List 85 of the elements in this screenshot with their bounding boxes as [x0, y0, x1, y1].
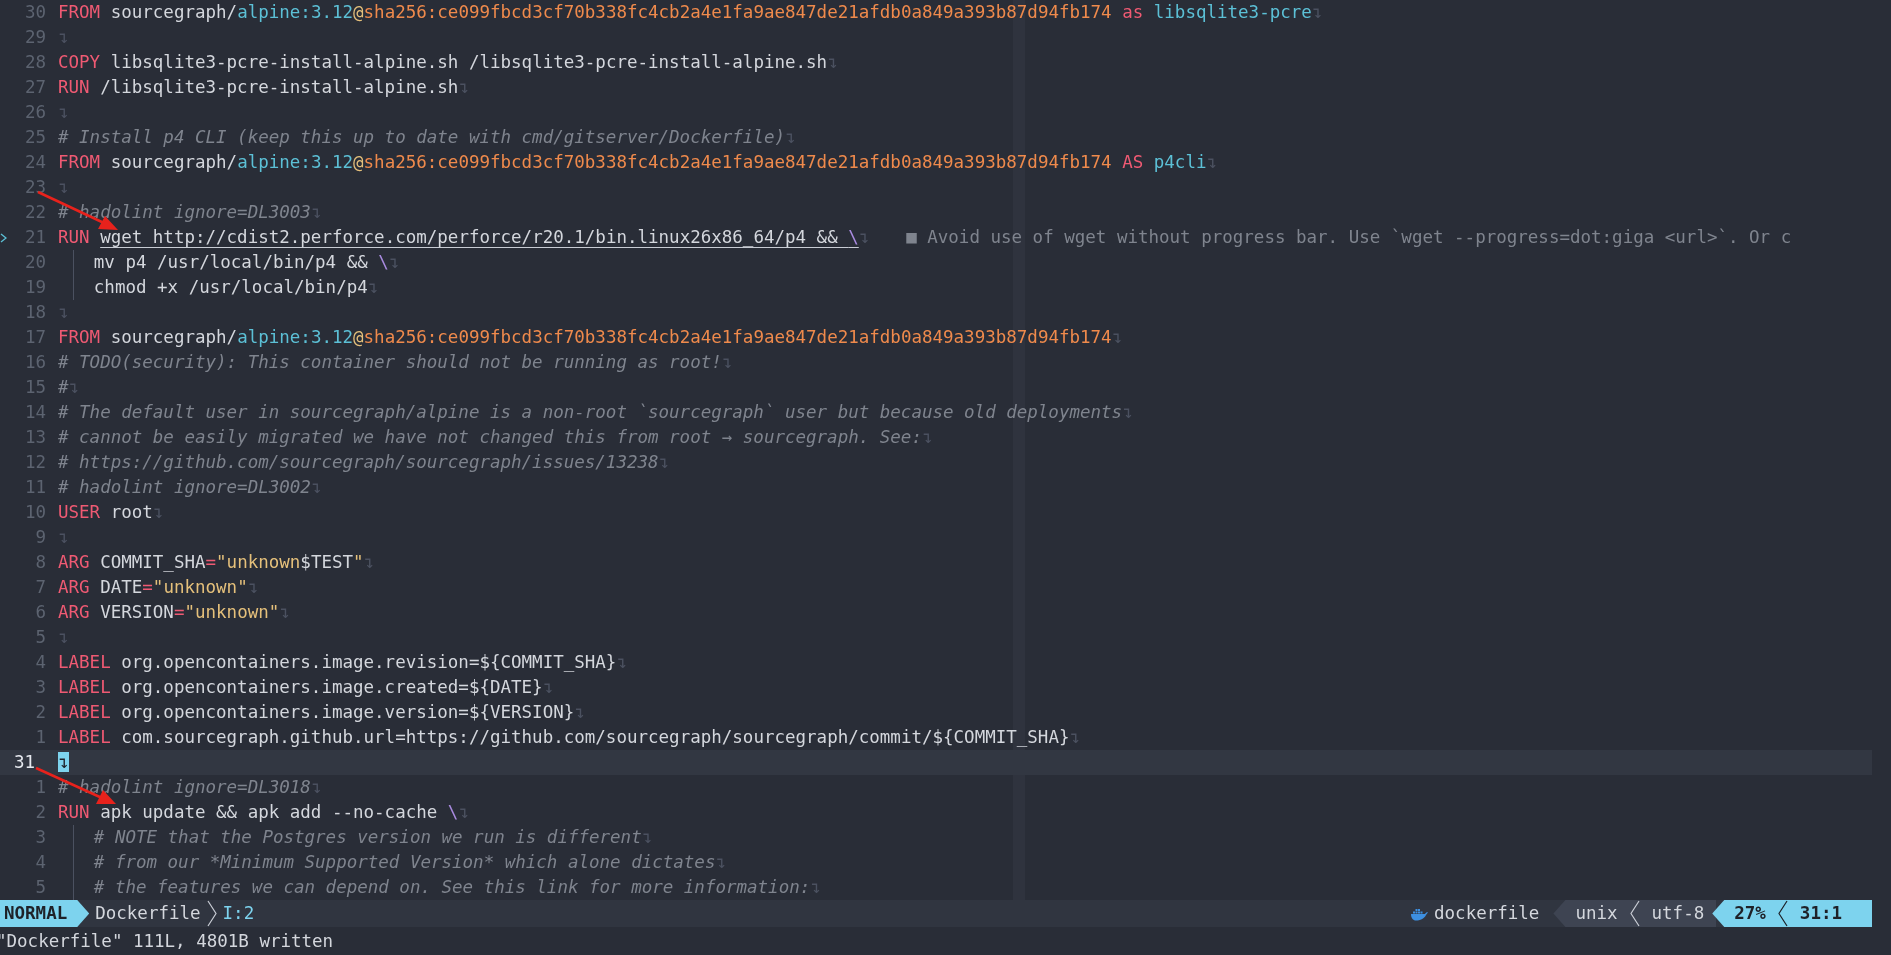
line-number: 30: [23, 1, 46, 24]
code-text: # TODO(security): This container should not be running as root!↴: [58, 351, 733, 374]
code-text: RUN /libsqlite3-pcre-install-alpine.sh↴: [58, 76, 469, 99]
line-number: 5: [34, 626, 46, 649]
line-number: 13: [23, 426, 46, 449]
diagnostic-message: ■ Avoid use of wget without progress bar. Use `wget --progress=dot:giga <url>`. Or c: [906, 226, 1792, 249]
code-text: # the features we can depend on. See this link for more information:↴: [58, 875, 821, 900]
line-number: 31: [13, 751, 37, 774]
line-number: 22: [23, 201, 46, 224]
line-number: 3: [34, 676, 46, 699]
file-encoding: utf-8: [1651, 902, 1705, 925]
code-text: ↴: [58, 176, 69, 199]
line-number: 28: [23, 51, 46, 74]
mode-indicator: NORMAL: [0, 900, 90, 927]
line-number: 1: [34, 776, 46, 799]
line-number: 25: [23, 126, 46, 149]
file-type: dockerfile: [1434, 902, 1541, 925]
line-number: 7: [34, 576, 46, 599]
code-text: ARG COMMIT_SHA="unknown$TEST"↴: [58, 551, 375, 574]
line-number: 2: [34, 801, 46, 824]
indent-info: I:2: [222, 902, 255, 925]
line-number: 18: [23, 301, 46, 324]
chevron-icon: [206, 900, 217, 927]
code-text: ↴: [58, 526, 69, 549]
code-text: # NOTE that the Postgres version we run is different↴: [58, 825, 653, 850]
code-text: # hadolint ignore=DL3003↴: [58, 201, 322, 224]
line-number: 8: [34, 551, 46, 574]
code-text: # Install p4 CLI (keep this up to date with cmd/gitserver/Dockerfile)↴: [58, 126, 796, 149]
line-number: 17: [23, 326, 46, 349]
line-number: 24: [23, 151, 46, 174]
line-number: 15: [23, 376, 46, 399]
code-text: ↴: [58, 26, 69, 49]
line-number: 11: [23, 476, 46, 499]
code-text: ARG VERSION="unknown"↴: [58, 601, 290, 624]
code-text: ARG DATE="unknown"↴: [58, 576, 259, 599]
code-text: ↴: [58, 101, 69, 124]
line-number: 9: [34, 526, 46, 549]
code-text: LABEL org.opencontainers.image.version=${VERSION}↴: [58, 701, 585, 724]
line-number: 14: [23, 401, 46, 424]
code-text: ↴: [58, 301, 69, 324]
separator-icon: [1629, 900, 1640, 927]
code-text: ↴: [58, 751, 69, 774]
line-number: 29: [23, 26, 46, 49]
line-number: 4: [34, 651, 46, 674]
line-number: 23: [23, 176, 46, 199]
file-name: Dockerfile: [94, 902, 201, 925]
line-number: 21: [23, 226, 46, 249]
line-number: 16: [23, 351, 46, 374]
line-number: 2: [34, 701, 46, 724]
separator-icon: [1777, 900, 1788, 927]
code-text: COPY libsqlite3-pcre-install-alpine.sh /libsqlite3-pcre-install-alpine.sh↴: [58, 51, 838, 74]
code-text: RUN wget http://cdist2.perforce.com/perforce/r20.1/bin.linux26x86_64/p4 && \↴: [58, 226, 870, 249]
code-text: chmod +x /usr/local/bin/p4↴: [58, 275, 379, 300]
code-text: ↴: [58, 626, 69, 649]
line-number: 5: [34, 876, 46, 899]
code-text: # https://github.com/sourcegraph/sourcegraph/issues/13238↴: [58, 451, 670, 474]
cursor-position: 31:1: [1799, 902, 1842, 925]
line-number: 3: [34, 826, 46, 849]
code-text: # cannot be easily migrated we have not changed this from root → sourcegraph. See:↴: [58, 426, 933, 449]
code-text: FROM sourcegraph/alpine:3.12@sha256:ce099fbcd3cf70b338fc4cb2a4e1fa9ae847de21afdb0a849a393b87d94fb174 as libsqlite3-pcre↴: [58, 1, 1323, 24]
code-text: FROM sourcegraph/alpine:3.12@sha256:ce099fbcd3cf70b338fc4cb2a4e1fa9ae847de21afdb0a849a393b87d94fb174 AS p4cli↴: [58, 151, 1217, 174]
code-text: LABEL com.sourcegraph.github.url=https://github.com/sourcegraph/sourcegraph/commit/${COMMIT_SHA}↴: [58, 726, 1080, 749]
line-number: 12: [23, 451, 46, 474]
code-text: USER root↴: [58, 501, 164, 524]
code-text: # The default user in sourcegraph/alpine is a non-root `sourcegraph` user but because old deployments↴: [58, 401, 1133, 424]
code-text: FROM sourcegraph/alpine:3.12@sha256:ce099fbcd3cf70b338fc4cb2a4e1fa9ae847de21afdb0a849a393b87d94fb174↴: [58, 326, 1123, 349]
line-number: 26: [23, 101, 46, 124]
line-number: 10: [23, 501, 46, 524]
code-text: LABEL org.opencontainers.image.created=${DATE}↴: [58, 676, 554, 699]
line-number: 6: [34, 601, 46, 624]
code-text: mv p4 /usr/local/bin/p4 && \↴: [58, 250, 400, 275]
code-text: #↴: [58, 376, 80, 399]
scroll-percent: 27%: [1734, 902, 1766, 925]
line-number: 20: [23, 251, 46, 274]
line-number: 27: [23, 76, 46, 99]
file-format: unix: [1575, 902, 1618, 925]
code-text: RUN apk update && apk add --no-cache \↴: [58, 801, 469, 824]
whale-icon: [1410, 906, 1429, 921]
code-text: # hadolint ignore=DL3002↴: [58, 476, 322, 499]
code-text: LABEL org.opencontainers.image.revision=${COMMIT_SHA}↴: [58, 651, 627, 674]
line-number: 4: [34, 851, 46, 874]
line-number: 1: [34, 726, 46, 749]
code-text: # from our *Minimum Supported Version* which alone dictates↴: [58, 850, 726, 875]
chevron-icon: [0, 232, 7, 243]
line-number: 19: [23, 276, 46, 299]
